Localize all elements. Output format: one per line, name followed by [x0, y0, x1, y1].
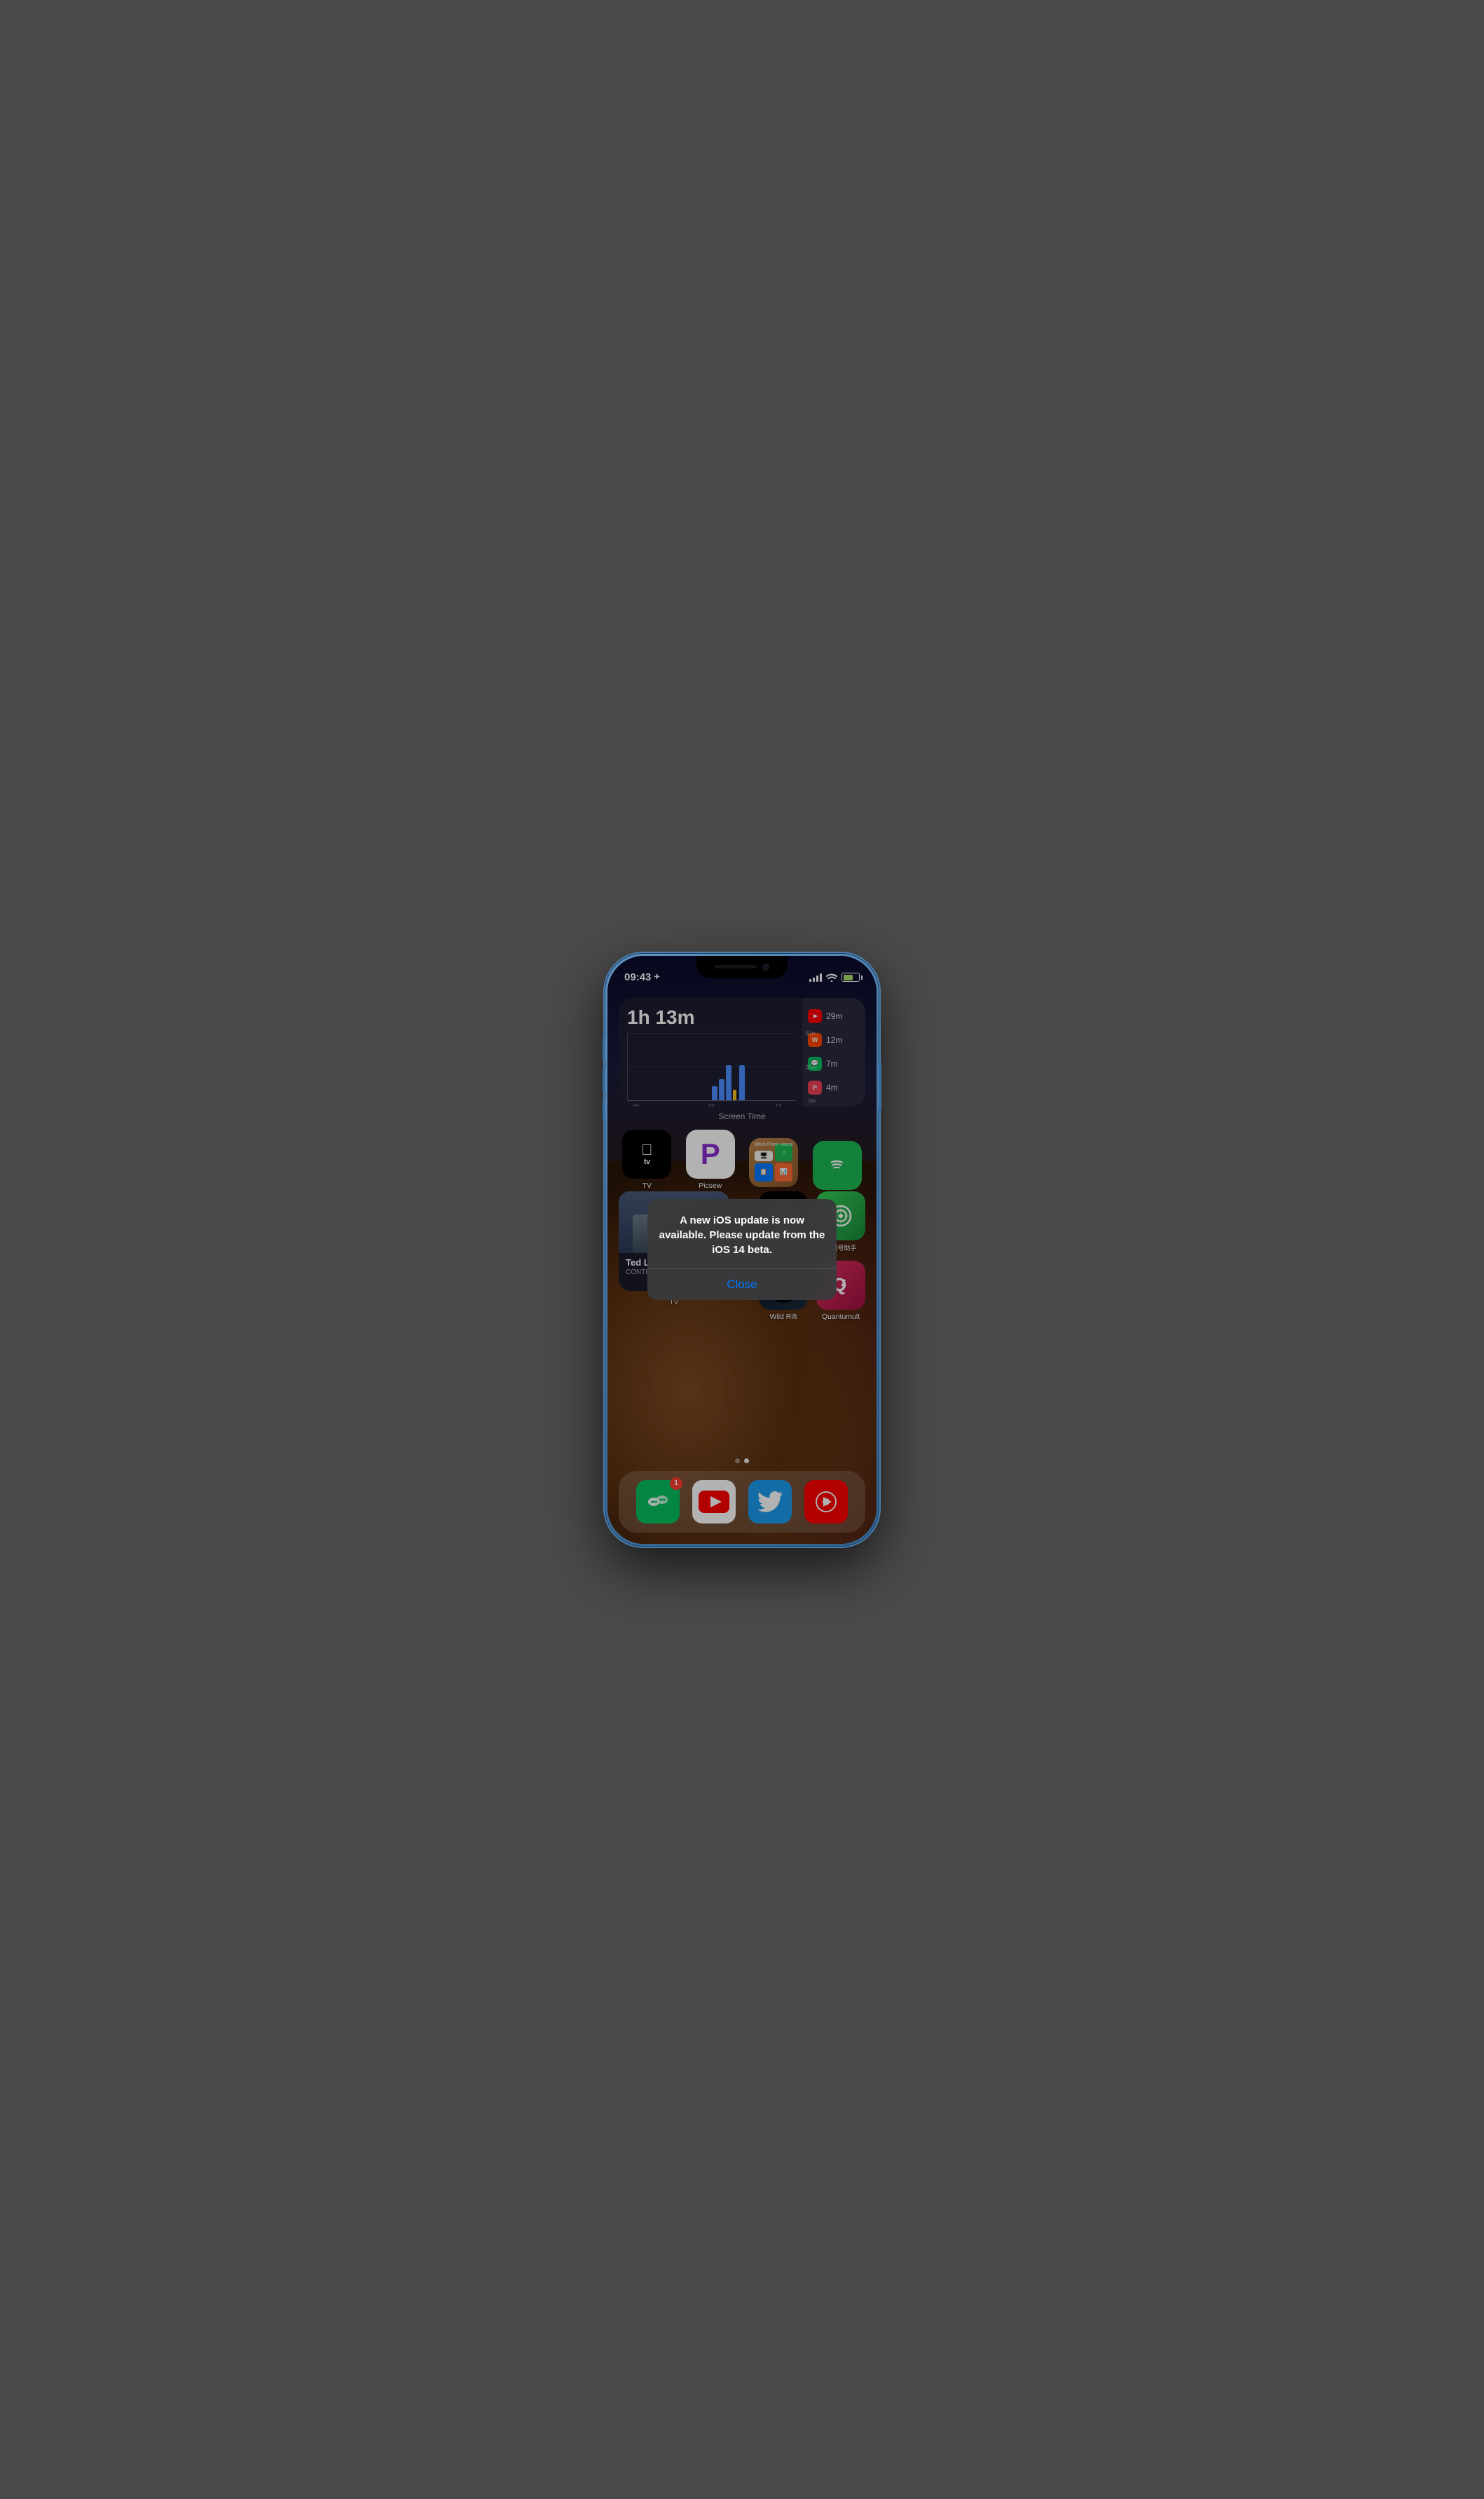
- phone-screen: 09:43 ✈: [607, 956, 877, 1544]
- dialog-close-label: Close: [727, 1278, 757, 1291]
- alert-dialog: A new iOS update is now available. Pleas…: [647, 1199, 837, 1300]
- alert-dialog-overlay: A new iOS update is now available. Pleas…: [607, 956, 877, 1544]
- dialog-message: A new iOS update is now available. Pleas…: [659, 1213, 825, 1257]
- dialog-close-button[interactable]: Close: [647, 1269, 837, 1300]
- phone-frame: 09:43 ✈: [605, 954, 879, 1546]
